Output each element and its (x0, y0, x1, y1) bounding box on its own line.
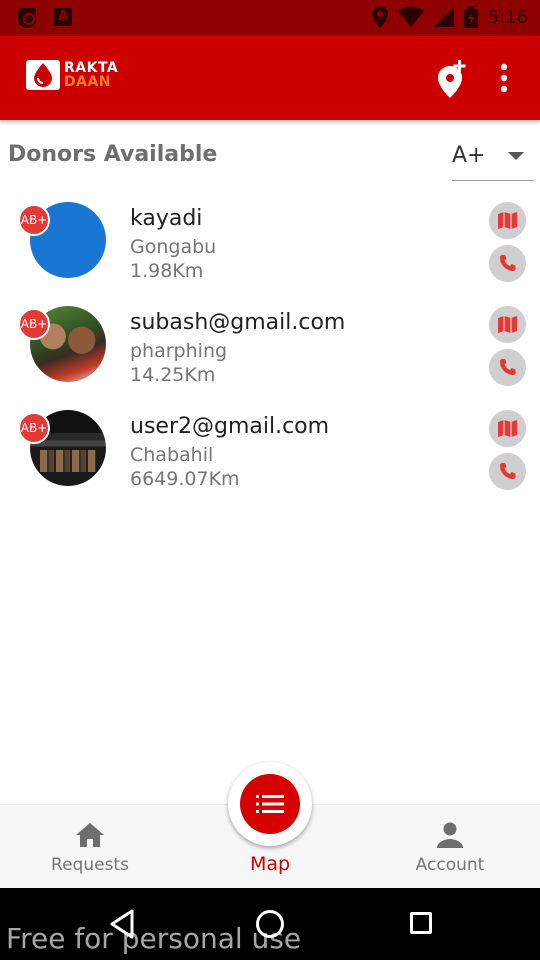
logo-text-rakta: RAKTA (64, 60, 119, 76)
nav-label-requests: Requests (51, 855, 129, 875)
donor-name: kayadi (130, 206, 203, 231)
list-item[interactable]: AB+ subash@gmail.com pharphing 14.25Km (0, 296, 540, 400)
view-map-button[interactable] (489, 410, 526, 447)
recent-apps-icon[interactable] (410, 912, 432, 934)
blood-group-badge: AB+ (18, 308, 50, 340)
nav-label-map: Map (249, 853, 291, 875)
map-icon (498, 420, 517, 437)
shield-icon (18, 8, 36, 28)
app-bar: RAKTA DAAN (0, 36, 540, 120)
donor-location: Chabahil (130, 444, 214, 466)
donor-distance: 1.98Km (130, 260, 204, 282)
status-bar: A 5:16 (0, 0, 540, 36)
person-icon (437, 822, 463, 848)
nav-item-requests[interactable]: Requests (0, 805, 180, 889)
logo-text-daan: DAAN (64, 74, 112, 90)
wifi-icon (397, 7, 424, 27)
donor-location: Gongabu (130, 236, 217, 258)
donor-list: AB+ kayadi Gongabu 1.98Km AB+ subash@gma… (0, 192, 540, 504)
blood-group-selected: A+ (452, 143, 486, 168)
map-icon (498, 212, 517, 229)
page-title: Donors Available (8, 142, 218, 167)
add-location-icon (438, 60, 466, 98)
donor-distance: 6649.07Km (130, 468, 240, 490)
list-view-fab[interactable] (228, 762, 312, 846)
add-location-button[interactable] (434, 60, 468, 98)
nav-label-account: Account (415, 855, 485, 875)
call-button[interactable] (489, 349, 526, 386)
donor-name: user2@gmail.com (130, 414, 330, 439)
status-time: 5:16 (487, 6, 528, 28)
nav-item-account[interactable]: Account (360, 805, 540, 889)
more-vert-icon (500, 63, 508, 93)
system-navigation-bar (0, 888, 540, 960)
call-button[interactable] (489, 453, 526, 490)
blood-group-dropdown[interactable]: A+ (452, 136, 534, 181)
app-logo: RAKTA DAAN (26, 60, 118, 90)
donor-location: pharphing (130, 340, 228, 362)
donor-distance: 14.25Km (130, 364, 216, 386)
blood-group-badge: AB+ (18, 204, 50, 236)
chevron-down-icon (508, 152, 524, 160)
donor-name: subash@gmail.com (130, 310, 346, 335)
view-map-button[interactable] (489, 306, 526, 343)
more-options-button[interactable] (492, 62, 516, 94)
map-icon (498, 316, 517, 333)
blood-drop-icon (26, 60, 60, 90)
back-icon[interactable] (108, 908, 136, 940)
battery-icon (463, 6, 478, 28)
blood-group-badge: AB+ (18, 412, 50, 444)
list-icon (256, 795, 284, 813)
list-item[interactable]: AB+ kayadi Gongabu 1.98Km (0, 192, 540, 296)
location-icon (371, 6, 388, 28)
view-map-button[interactable] (489, 202, 526, 239)
home-icon (76, 823, 104, 847)
home-button-icon[interactable] (256, 910, 284, 938)
phone-icon (500, 359, 516, 375)
signal-icon (433, 7, 454, 27)
phone-icon (500, 463, 516, 479)
phone-icon (500, 255, 516, 271)
call-button[interactable] (489, 245, 526, 282)
list-item[interactable]: AB+ user2@gmail.com Chabahil 6649.07Km (0, 400, 540, 504)
app-notification-icon: A (54, 8, 72, 26)
